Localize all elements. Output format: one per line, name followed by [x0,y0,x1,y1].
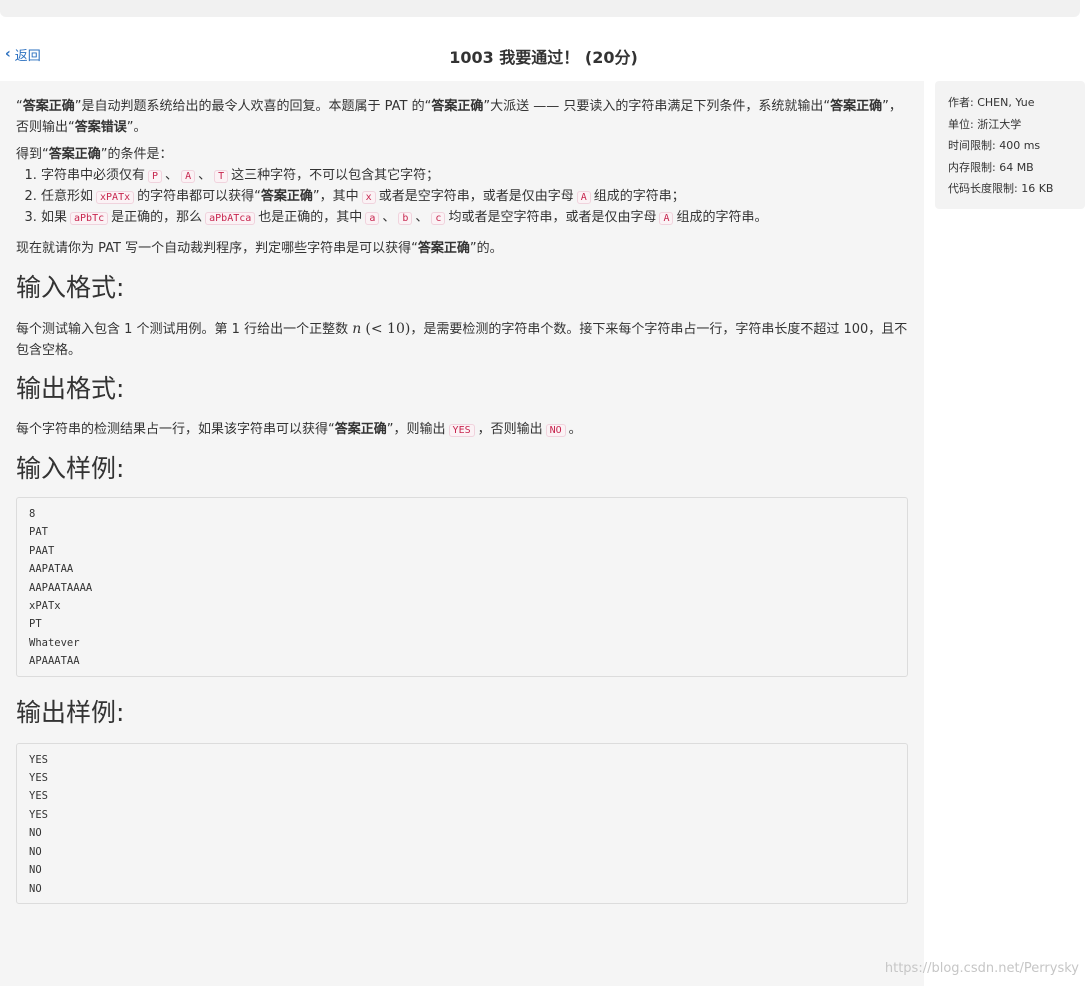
sample-line: NO [29,827,42,840]
problem-content: “答案正确”是自动判题系统给出的最令人欢喜的回复。本题属于 PAT 的“答案正确… [16,96,908,904]
sample-input-block: 8 PAT PAAT AAPATAA AAPAATAAAA xPATx PT Whatever… [16,497,908,677]
output-format-text: 每个字符串的检测结果占一行，如果该字符串可以获得“答案正确”，则输出 YES ，否则… [16,422,582,437]
sample-line: 8 [29,508,36,520]
sample-line: xPATx [29,600,61,613]
code-length-limit: 代码长度限制: 16 KB [948,182,1054,195]
sample-line: NO [29,864,42,877]
unit-info: 单位: 浙江大学 [948,117,1022,131]
sample-line: PT [29,618,42,631]
problem-info-panel: 作者: CHEN, Yue 单位: 浙江大学 时间限制: 400 ms 内存限制… [935,81,1085,209]
sample-line: NO [29,845,42,858]
time-limit: 时间限制: 400 ms [948,139,1041,152]
list-item: 任意形如xPATx的字符串都可以获得“答案正确”，其中x或者是空字符串，或者是仅… [41,186,908,207]
problem-body: “答案正确”是自动判题系统给出的最令人欢喜的回复。本题属于 PAT 的“答案正确… [0,81,924,986]
watermark: https://blog.csdn.net/Perrysky [884,961,1079,976]
list-item: 如果aPbTc是正确的，那么aPbATca也是正确的，其中a、b、c均或者是空字… [41,207,908,228]
sample-line: PAAT [29,544,55,557]
list-item: 字符串中必须仅有P、A、T这三种字符，不可以包含其它字符； [41,165,908,186]
page-title: 1003 我要通过！ (20分) [449,48,638,67]
conditions-list: 字符串中必须仅有P、A、T这三种字符，不可以包含其它字符； 任意形如xPATx的… [16,165,908,228]
sample-line: Whatever [29,636,80,649]
sample-line: AAPATAA [29,563,74,576]
sample-line: YES [29,790,48,803]
top-bar [0,0,1080,17]
sample-line: YES [29,772,48,785]
sample-line: YES [29,753,48,766]
input-format-text: 每个测试输入包含 1 个测试用例。第 1 行给出一个正整数 n (< 10)，是… [16,321,908,358]
output-format-heading: 输出格式: [16,374,125,403]
sample-line: APAAATAA [29,655,80,668]
sample-output-block: YES YES YES YES NO NO NO NO [16,742,908,904]
intro-paragraph: “答案正确”是自动判题系统给出的最令人欢喜的回复。本题属于 PAT 的“答案正确… [16,99,902,135]
sample-line: PAT [29,526,48,539]
sample-input-heading: 输入样例: [16,454,125,483]
sample-line: NO [29,882,42,895]
sample-line: AAPAATAAAA [29,581,93,594]
sample-line: YES [29,808,48,821]
task-paragraph: 现在就请你为 PAT 写一个自动裁判程序，判定哪些字符串是可以获得“答案正确”的… [16,241,503,256]
author-info: 作者: CHEN, Yue [948,96,1035,109]
input-format-heading: 输入格式: [16,273,125,302]
memory-limit: 内存限制: 64 MB [948,160,1034,174]
conditions-lead: 得到“答案正确”的条件是： [16,147,173,162]
sample-output-heading: 输出样例: [16,697,125,727]
